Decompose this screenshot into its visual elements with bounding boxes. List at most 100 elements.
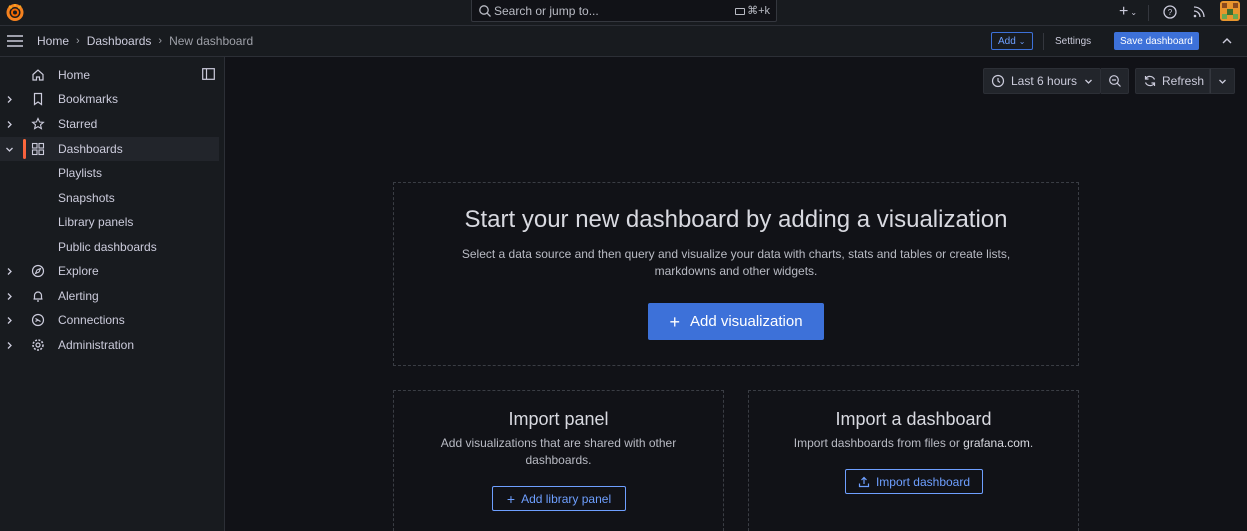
add-library-panel-button[interactable]: + Add library panel <box>492 486 626 511</box>
sidebar-item-snapshots[interactable]: Snapshots <box>0 186 219 210</box>
active-indicator <box>23 139 26 159</box>
search-placeholder: Search or jump to... <box>494 4 599 18</box>
add-button-label: Add <box>998 35 1016 47</box>
sidebar-item-alerting[interactable]: Alerting <box>0 284 219 308</box>
description-suffix: . <box>1029 436 1034 450</box>
import-panel-card: Import panel Add visualizations that are… <box>393 390 724 531</box>
search-icon <box>479 5 491 17</box>
chevron-right-icon[interactable] <box>5 95 14 104</box>
import-dashboard-label: Import dashboard <box>875 474 971 489</box>
sidebar-item-label: Bookmarks <box>58 92 119 106</box>
bookmark-icon <box>33 92 43 106</box>
save-dashboard-button[interactable]: Save dashboard <box>1114 32 1199 50</box>
upload-icon <box>858 476 870 487</box>
hero-description: Select a data source and then query and … <box>461 247 1011 278</box>
chevron-right-icon[interactable] <box>5 316 14 325</box>
add-visualization-label: Add visualization <box>689 313 803 330</box>
import-dashboard-button[interactable]: Import dashboard <box>845 469 983 494</box>
help-button[interactable]: ? <box>1160 2 1180 25</box>
sidebar-item-home[interactable]: Home <box>0 63 219 87</box>
clock-icon <box>991 74 1005 88</box>
chevron-up-icon[interactable] <box>1219 34 1235 48</box>
sidebar-item-playlists[interactable]: Playlists <box>0 161 219 185</box>
sidebar-item-label: Playlists <box>58 166 103 180</box>
sidebar-item-public-dashboards[interactable]: Public dashboards <box>0 235 219 259</box>
dashboard-header: Home › Dashboards › New dashboard Add ⌄ … <box>0 26 1247 57</box>
sidebar-item-starred[interactable]: Starred <box>0 112 219 136</box>
zoom-out-button[interactable] <box>1101 68 1129 94</box>
zoom-out-icon <box>1109 75 1121 87</box>
hero-title: Start your new dashboard by adding a vis… <box>464 206 1008 233</box>
sidebar-item-connections[interactable]: Connections <box>0 308 219 332</box>
import-panel-description: Add visualizations that are shared with … <box>440 436 677 467</box>
settings-button[interactable]: Settings <box>1049 32 1097 50</box>
top-bar: Search or jump to... ⌘+k + ⌄ ? <box>0 0 1247 26</box>
add-visualization-button[interactable]: + Add visualization <box>648 303 824 340</box>
rss-icon <box>1193 6 1205 18</box>
chevron-right-icon[interactable] <box>5 292 14 301</box>
chevron-right-icon: › <box>76 35 80 47</box>
sidebar: Home Bookmarks Starred Dashboards Playli… <box>0 57 225 531</box>
chevron-down-icon: ⌄ <box>1018 36 1026 46</box>
sidebar-item-explore[interactable]: Explore <box>0 259 219 283</box>
sidebar-item-label: Starred <box>58 117 98 131</box>
sidebar-item-label: Administration <box>58 338 135 352</box>
grafana-com-link[interactable]: grafana.com <box>963 436 1030 450</box>
avatar[interactable] <box>1220 1 1240 24</box>
breadcrumb-home[interactable]: Home <box>37 34 69 48</box>
star-icon <box>31 117 45 130</box>
chevron-down-icon: ⌄ <box>1130 7 1138 17</box>
import-dashboard-title: Import a dashboard <box>835 409 992 429</box>
news-button[interactable] <box>1189 2 1209 25</box>
connections-icon <box>31 313 45 327</box>
sidebar-item-library-panels[interactable]: Library panels <box>0 210 219 234</box>
cog-icon <box>32 339 44 351</box>
menu-icon[interactable] <box>7 34 23 48</box>
svg-text:?: ? <box>1168 8 1173 17</box>
chevron-right-icon[interactable] <box>5 341 14 350</box>
new-menu-button[interactable]: + ⌄ <box>1117 2 1139 22</box>
chevron-right-icon: › <box>158 35 163 47</box>
import-panel-title: Import panel <box>508 409 609 429</box>
sidebar-item-label: Public dashboards <box>58 240 157 254</box>
sidebar-item-label: Connections <box>58 313 125 327</box>
time-range-picker[interactable]: Last 6 hours <box>983 68 1101 94</box>
chevron-down-icon <box>1219 79 1226 84</box>
home-icon <box>32 69 44 81</box>
empty-dashboard-panel: Start your new dashboard by adding a vis… <box>393 182 1079 366</box>
bell-icon <box>33 291 43 302</box>
plus-icon: + <box>1118 3 1129 20</box>
refresh-interval-dropdown[interactable] <box>1210 68 1235 94</box>
sidebar-item-label: Library panels <box>58 215 134 229</box>
user-avatar-icon <box>1220 1 1240 21</box>
chevron-right-icon[interactable] <box>5 120 14 129</box>
sidebar-item-administration[interactable]: Administration <box>0 333 219 357</box>
breadcrumb: Home › Dashboards › New dashboard <box>37 34 253 48</box>
sidebar-item-label: Explore <box>58 264 99 278</box>
import-dashboard-description: Import dashboards from files or grafana.… <box>779 435 1048 452</box>
add-button[interactable]: Add ⌄ <box>991 32 1033 50</box>
divider <box>1148 5 1149 21</box>
compass-icon <box>31 264 45 278</box>
chevron-down-icon[interactable] <box>5 145 14 154</box>
help-icon: ? <box>1163 5 1177 19</box>
grafana-logo-icon[interactable] <box>5 2 25 22</box>
apps-icon <box>31 142 45 156</box>
divider <box>1043 33 1044 50</box>
sidebar-item-dashboards[interactable]: Dashboards <box>0 137 219 161</box>
refresh-button[interactable]: Refresh <box>1135 68 1210 94</box>
sidebar-item-label: Home <box>58 68 91 82</box>
sidebar-item-bookmarks[interactable]: Bookmarks <box>0 87 219 111</box>
keyboard-shortcut: ⌘+k <box>735 4 770 17</box>
sidebar-item-label: Dashboards <box>58 142 123 156</box>
keyboard-icon <box>735 7 746 15</box>
description-text: Import dashboards from files or <box>793 436 964 450</box>
breadcrumb-dashboards[interactable]: Dashboards <box>87 34 152 48</box>
breadcrumb-current: New dashboard <box>169 34 254 48</box>
search-input[interactable]: Search or jump to... ⌘+k <box>471 0 777 22</box>
plus-icon: + <box>669 311 680 332</box>
import-dashboard-card: Import a dashboard Import dashboards fro… <box>748 390 1079 531</box>
time-range-label: Last 6 hours <box>1011 74 1078 88</box>
sync-icon <box>1144 75 1156 87</box>
chevron-right-icon[interactable] <box>5 267 14 276</box>
